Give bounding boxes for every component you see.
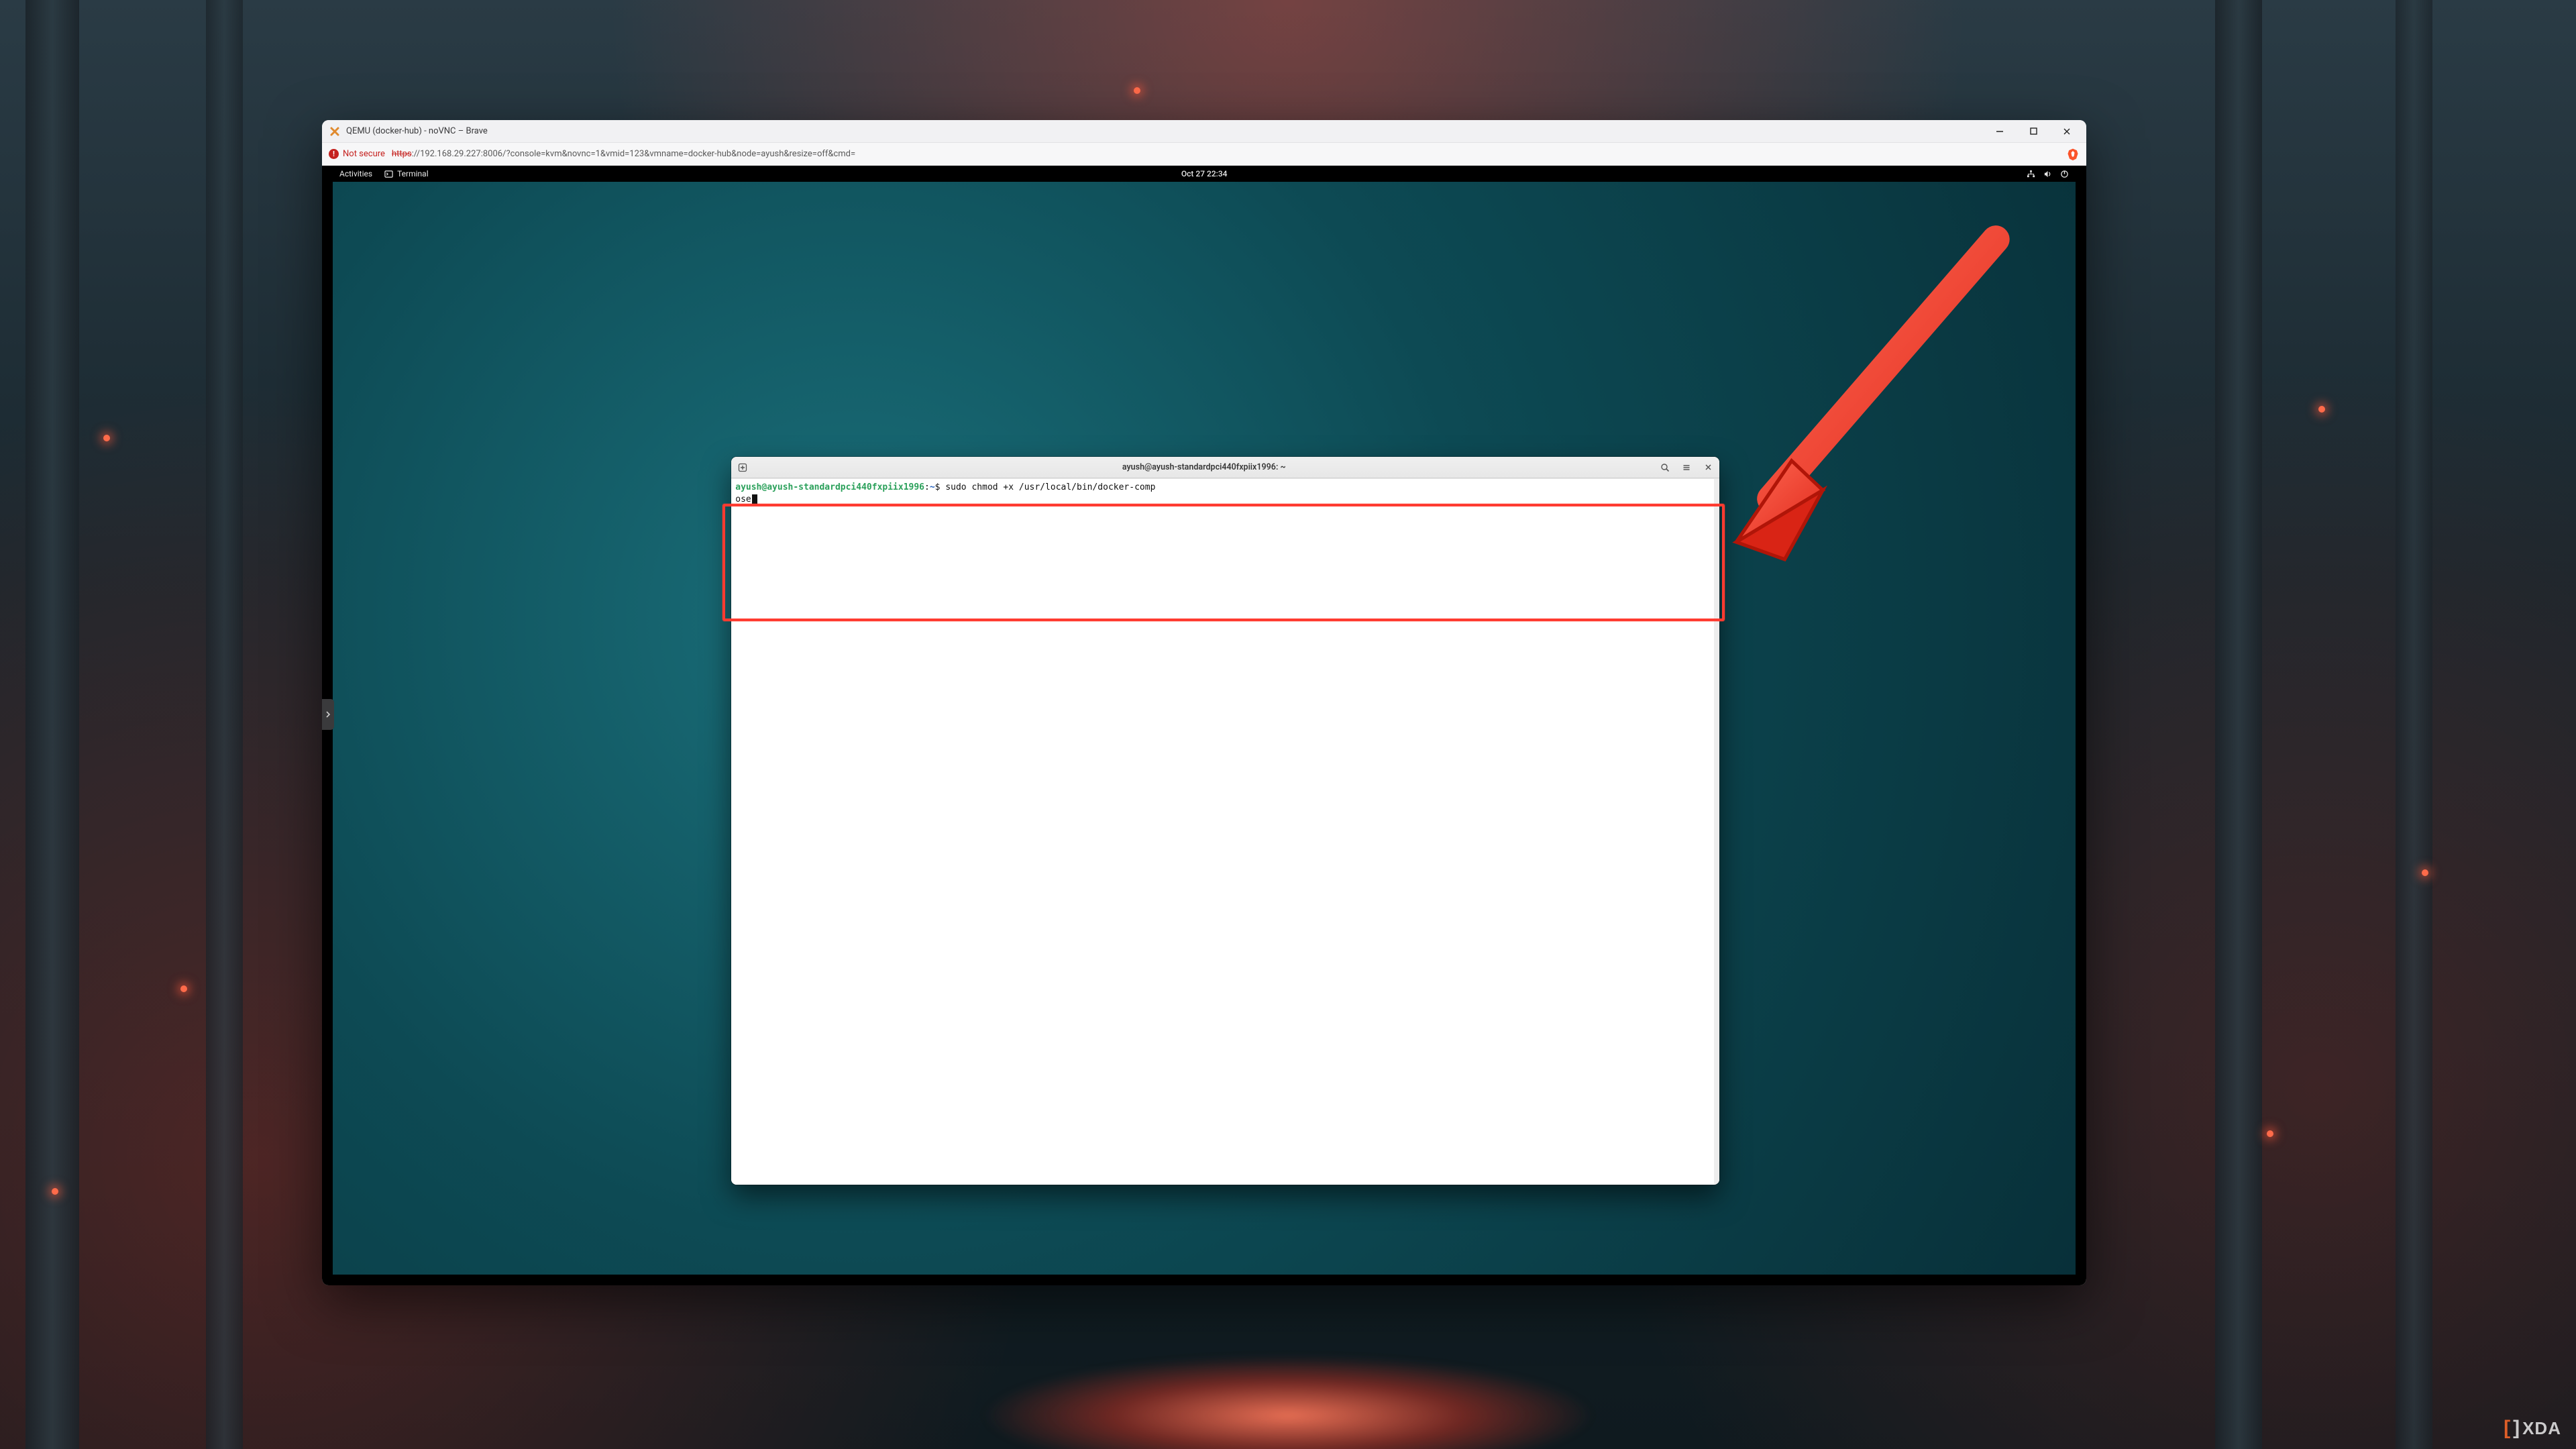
security-badge[interactable]: ! Not secure xyxy=(329,149,385,159)
window-minimize-button[interactable] xyxy=(1990,123,2010,140)
gnome-clock[interactable]: Oct 27 22:34 xyxy=(1181,169,1228,178)
power-icon[interactable] xyxy=(2060,170,2069,178)
terminal-body[interactable]: ayush@ayush-standardpci440fxpiix1996:~$ … xyxy=(731,478,1719,1185)
terminal-prompt-sep: : xyxy=(924,482,930,492)
volume-icon[interactable] xyxy=(2043,170,2052,178)
security-label: Not secure xyxy=(343,149,385,159)
terminal-command-line2: ose xyxy=(735,494,751,504)
not-secure-icon: ! xyxy=(329,149,339,159)
gnome-topbar: Activities Terminal Oct 27 22:34 xyxy=(333,166,2076,182)
watermark-bracket-close: ] xyxy=(2513,1417,2518,1440)
novnc-panel-handle[interactable] xyxy=(322,699,334,730)
browser-titlebar: QEMU (docker-hub) - noVNC – Brave xyxy=(322,120,2086,143)
terminal-scrollbar[interactable] xyxy=(1714,479,1719,1185)
gnome-app-label: Terminal xyxy=(397,169,429,178)
url-text[interactable]: https://192.168.29.227:8006/?console=kvm… xyxy=(392,149,2059,159)
brave-logo-icon[interactable] xyxy=(2066,148,2080,161)
terminal-indicator-icon xyxy=(384,170,393,178)
terminal-close-button[interactable] xyxy=(1699,460,1717,476)
vnc-viewport[interactable]: Activities Terminal Oct 27 22:34 xyxy=(322,166,2086,1285)
watermark-text: XDA xyxy=(2522,1418,2561,1439)
terminal-content[interactable]: ayush@ayush-standardpci440fxpiix1996:~$ … xyxy=(733,480,1714,1183)
terminal-menu-button[interactable] xyxy=(1678,460,1695,476)
network-icon[interactable] xyxy=(2027,170,2035,178)
url-rest: ://192.168.29.227:8006/?console=kvm&novn… xyxy=(412,149,856,159)
terminal-search-button[interactable] xyxy=(1656,460,1674,476)
novnc-app-icon xyxy=(329,125,341,138)
window-close-button[interactable] xyxy=(2057,123,2077,140)
browser-title: QEMU (docker-hub) - noVNC – Brave xyxy=(346,126,1984,136)
terminal-prompt-path: ~ xyxy=(930,482,935,492)
terminal-headerbar: ayush@ayush-standardpci440fxpiix1996: ~ xyxy=(731,457,1719,478)
browser-window: QEMU (docker-hub) - noVNC – Brave ! Not … xyxy=(322,120,2086,1285)
gnome-activities-button[interactable]: Activities xyxy=(339,169,372,178)
gnome-active-app[interactable]: Terminal xyxy=(384,169,429,178)
terminal-prompt-suffix: $ xyxy=(935,482,946,492)
url-scheme: https xyxy=(392,149,412,159)
terminal-prompt-user: ayush@ayush-standardpci440fxpiix1996 xyxy=(735,482,924,492)
terminal-title: ayush@ayush-standardpci440fxpiix1996: ~ xyxy=(755,462,1652,472)
terminal-new-tab-button[interactable] xyxy=(734,460,751,476)
window-maximize-button[interactable] xyxy=(2023,123,2043,140)
terminal-cursor xyxy=(752,494,757,504)
browser-addressbar: ! Not secure https://192.168.29.227:8006… xyxy=(322,143,2086,166)
xda-watermark: [] XDA xyxy=(2504,1417,2561,1440)
watermark-bracket-open: [ xyxy=(2504,1417,2509,1440)
gnome-terminal-window: ayush@ayush-standardpci440fxpiix1996: ~ xyxy=(731,457,1719,1185)
terminal-command-line1: sudo chmod +x /usr/local/bin/docker-comp xyxy=(945,482,1155,492)
